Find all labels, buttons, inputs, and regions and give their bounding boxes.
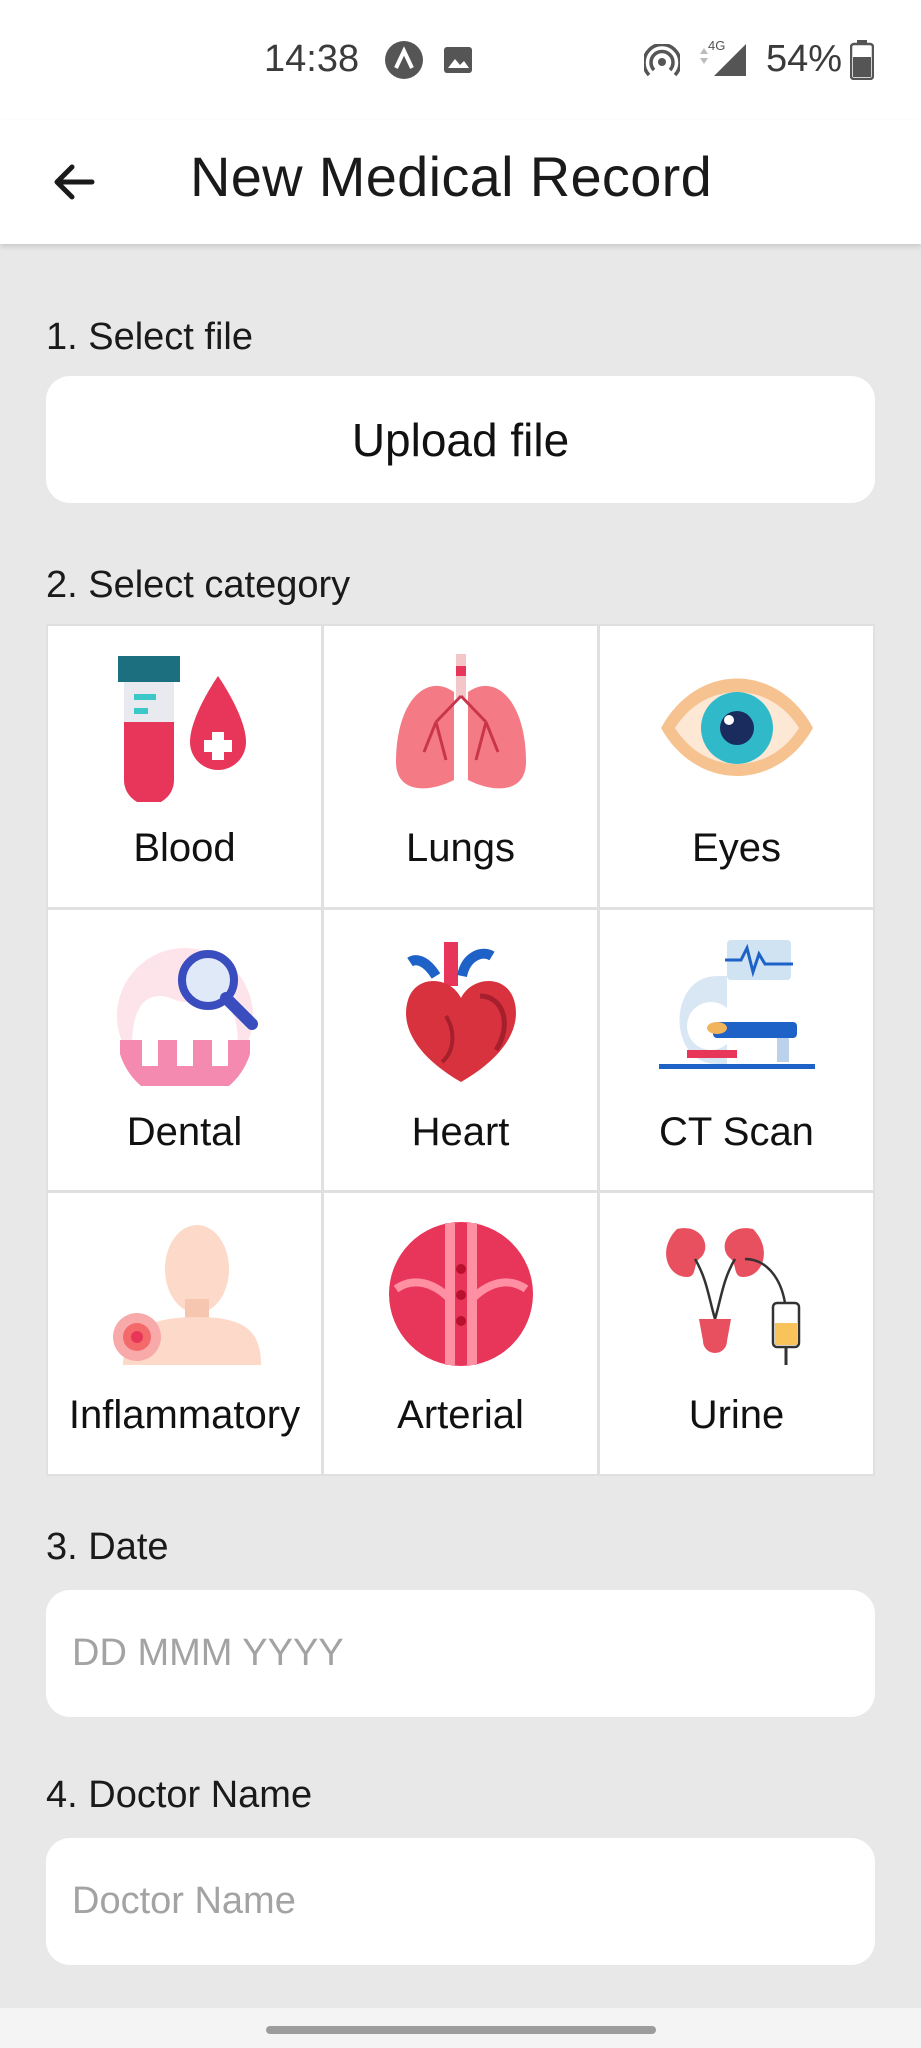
date-field[interactable]: DD MMM YYYY bbox=[46, 1590, 875, 1717]
category-urine[interactable]: Urine bbox=[600, 1193, 873, 1474]
select-file-label: 1. Select file bbox=[46, 316, 253, 358]
heart-icon bbox=[405, 941, 516, 1082]
app-bar: New Medical Record bbox=[0, 120, 921, 244]
category-label: Arterial bbox=[397, 1393, 524, 1438]
category-label: CT Scan bbox=[659, 1109, 814, 1154]
category-arterial[interactable]: Arterial bbox=[324, 1193, 597, 1474]
eye-icon bbox=[660, 678, 813, 776]
back-button[interactable] bbox=[40, 148, 108, 216]
inflammation-icon bbox=[112, 1225, 261, 1366]
category-label: Urine bbox=[688, 1393, 785, 1438]
date-label: 3. Date bbox=[46, 1526, 169, 1568]
upload-file-button[interactable]: Upload file bbox=[46, 376, 875, 503]
upload-file-label: Upload file bbox=[351, 413, 570, 466]
doctor-name-field[interactable]: Doctor Name bbox=[46, 1838, 875, 1965]
image-icon bbox=[442, 44, 474, 81]
category-label: Inflammatory bbox=[68, 1393, 301, 1438]
artery-icon bbox=[388, 1222, 533, 1367]
blood-icon bbox=[117, 656, 246, 802]
lungs-icon bbox=[395, 654, 526, 789]
category-label: Dental bbox=[126, 1109, 243, 1154]
battery-icon bbox=[849, 40, 875, 85]
system-nav-bar bbox=[0, 2008, 921, 2048]
category-label: Heart bbox=[411, 1109, 510, 1154]
category-ct-scan[interactable]: CT Scan bbox=[600, 909, 873, 1191]
category-heart[interactable]: Heart bbox=[324, 909, 597, 1191]
status-time: 14:38 bbox=[264, 38, 360, 80]
category-lungs[interactable]: Lungs bbox=[324, 626, 597, 907]
category-inflammatory[interactable]: Inflammatory bbox=[48, 1193, 321, 1474]
category-label: Eyes bbox=[692, 826, 781, 870]
page-title: New Medical Record bbox=[190, 145, 713, 208]
doctor-name-placeholder: Doctor Name bbox=[72, 1880, 296, 1922]
category-grid: Blood Lungs Eyes Dental Heart CT Scan In… bbox=[46, 624, 875, 1476]
battery-percent: 54% bbox=[766, 38, 843, 80]
home-indicator[interactable] bbox=[266, 2026, 656, 2034]
ct-scanner-icon bbox=[658, 939, 815, 1069]
category-dental[interactable]: Dental bbox=[48, 909, 321, 1191]
tooth-icon bbox=[116, 947, 258, 1086]
doctor-name-label: 4. Doctor Name bbox=[46, 1774, 313, 1816]
network-type-label: 4G bbox=[708, 38, 725, 53]
category-label: Blood bbox=[133, 826, 236, 870]
status-bar: 14:38 4G 54% bbox=[0, 0, 921, 120]
category-label: Lungs bbox=[406, 826, 515, 870]
signal-icon: 4G bbox=[696, 36, 750, 85]
hotspot-icon bbox=[642, 42, 682, 85]
category-eyes[interactable]: Eyes bbox=[600, 626, 873, 907]
app-notification-icon bbox=[384, 40, 424, 85]
select-category-label: 2. Select category bbox=[46, 564, 351, 606]
category-blood[interactable]: Blood bbox=[48, 626, 321, 907]
kidney-icon bbox=[665, 1228, 800, 1366]
date-placeholder: DD MMM YYYY bbox=[72, 1632, 344, 1674]
arrow-left-icon bbox=[54, 164, 95, 200]
